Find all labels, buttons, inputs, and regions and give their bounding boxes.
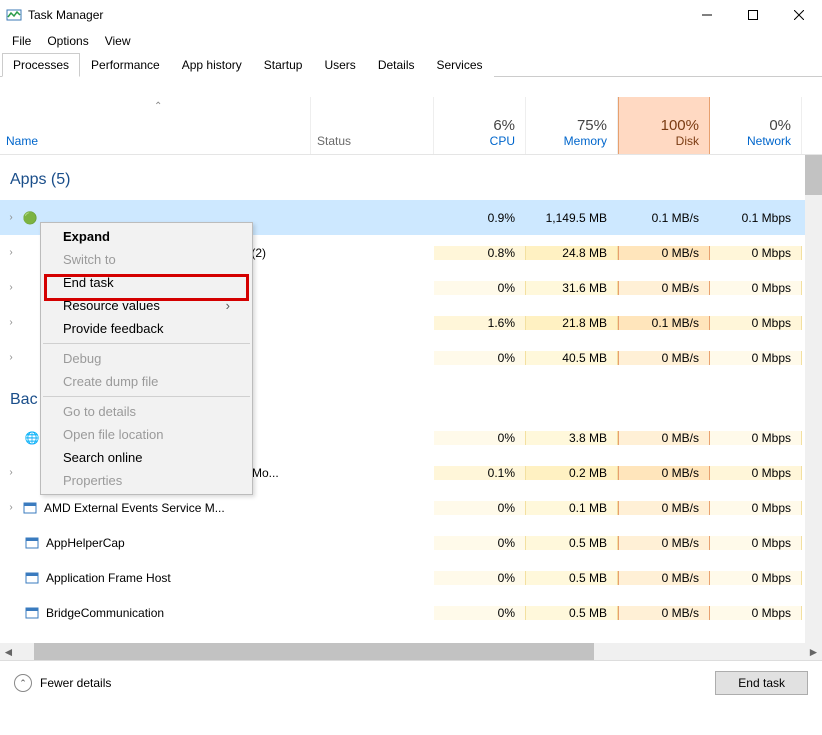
tab-performance[interactable]: Performance — [80, 53, 171, 77]
exe-icon — [24, 605, 40, 621]
menu-view[interactable]: View — [97, 32, 139, 50]
close-button[interactable] — [776, 0, 822, 30]
vertical-scrollbar[interactable] — [805, 155, 822, 643]
fewer-details-label: Fewer details — [40, 676, 111, 690]
end-task-button[interactable]: End task — [715, 671, 808, 695]
tab-startup[interactable]: Startup — [253, 53, 314, 77]
scroll-left-icon[interactable]: ◄ — [0, 643, 17, 660]
sort-arrow-icon: ⌃ — [154, 101, 162, 112]
table-row[interactable]: BridgeCommunication 0% 0.5 MB 0 MB/s 0 M… — [0, 595, 822, 630]
col-memory[interactable]: 75%Memory — [526, 97, 618, 154]
chevron-right-icon: › — [6, 502, 16, 513]
row-name: Application Frame Host — [46, 571, 171, 585]
column-header: ⌃ Name Status 6%CPU 75%Memory 100%Disk 0… — [0, 97, 822, 155]
ctx-expand[interactable]: Expand — [41, 225, 252, 248]
ctx-debug: Debug — [41, 347, 252, 370]
scroll-right-icon[interactable]: ► — [805, 643, 822, 660]
col-cpu[interactable]: 6%CPU — [434, 97, 526, 154]
minimize-button[interactable] — [684, 0, 730, 30]
horizontal-scrollbar[interactable]: ◄ ► — [0, 643, 822, 660]
menubar: File Options View — [0, 30, 822, 52]
col-status[interactable]: Status — [311, 97, 434, 154]
ctx-resource-values[interactable]: Resource values — [41, 294, 252, 317]
row-name: Mo... — [252, 466, 279, 480]
footer: ⌃ Fewer details End task — [0, 660, 822, 705]
chevron-up-icon: ⌃ — [14, 674, 32, 692]
fewer-details-button[interactable]: ⌃ Fewer details — [14, 674, 111, 692]
exe-icon — [24, 535, 40, 551]
task-manager-icon — [6, 7, 22, 23]
table-row[interactable]: AppHelperCap 0% 0.5 MB 0 MB/s 0 Mbps — [0, 525, 822, 560]
group-apps[interactable]: Apps (5) — [0, 155, 822, 200]
tab-users[interactable]: Users — [313, 53, 366, 77]
ctx-go-to-details: Go to details — [41, 400, 252, 423]
ctx-create-dump: Create dump file — [41, 370, 252, 393]
row-cpu: 0.9% — [434, 211, 526, 225]
tab-app-history[interactable]: App history — [171, 53, 253, 77]
menu-file[interactable]: File — [4, 32, 39, 50]
tabstrip: Processes Performance App history Startu… — [0, 52, 822, 77]
app-icon: 🌐 — [24, 430, 40, 446]
chevron-right-icon: › — [6, 212, 16, 223]
col-disk[interactable]: 100%Disk — [618, 97, 710, 154]
tab-services[interactable]: Services — [426, 53, 494, 77]
row-disk: 0.1 MB/s — [618, 211, 710, 225]
row-name: AMD External Events Service M... — [44, 501, 225, 515]
ctx-open-location: Open file location — [41, 423, 252, 446]
row-name: BridgeCommunication — [46, 606, 164, 620]
titlebar: Task Manager — [0, 0, 822, 30]
row-name: AppHelperCap — [46, 536, 125, 550]
ctx-switch-to: Switch to — [41, 248, 252, 271]
chevron-right-icon: › — [6, 247, 16, 258]
window-title: Task Manager — [28, 8, 103, 22]
col-network[interactable]: 0%Network — [710, 97, 802, 154]
row-mem: 1,149.5 MB — [526, 211, 618, 225]
maximize-button[interactable] — [730, 0, 776, 30]
ctx-properties: Properties — [41, 469, 252, 492]
app-icon: 🟢 — [22, 210, 38, 226]
menu-options[interactable]: Options — [39, 32, 96, 50]
table-row[interactable]: Application Frame Host 0% 0.5 MB 0 MB/s … — [0, 560, 822, 595]
tab-processes[interactable]: Processes — [2, 53, 80, 77]
table-row[interactable]: ›AMD External Events Service M... 0% 0.1… — [0, 490, 822, 525]
ctx-end-task[interactable]: End task — [41, 271, 252, 294]
ctx-provide-feedback[interactable]: Provide feedback — [41, 317, 252, 340]
exe-icon — [24, 570, 40, 586]
ctx-search-online[interactable]: Search online — [41, 446, 252, 469]
exe-icon — [22, 500, 38, 516]
tab-details[interactable]: Details — [367, 53, 426, 77]
row-net: 0.1 Mbps — [710, 211, 802, 225]
context-menu: Expand Switch to End task Resource value… — [40, 222, 253, 495]
